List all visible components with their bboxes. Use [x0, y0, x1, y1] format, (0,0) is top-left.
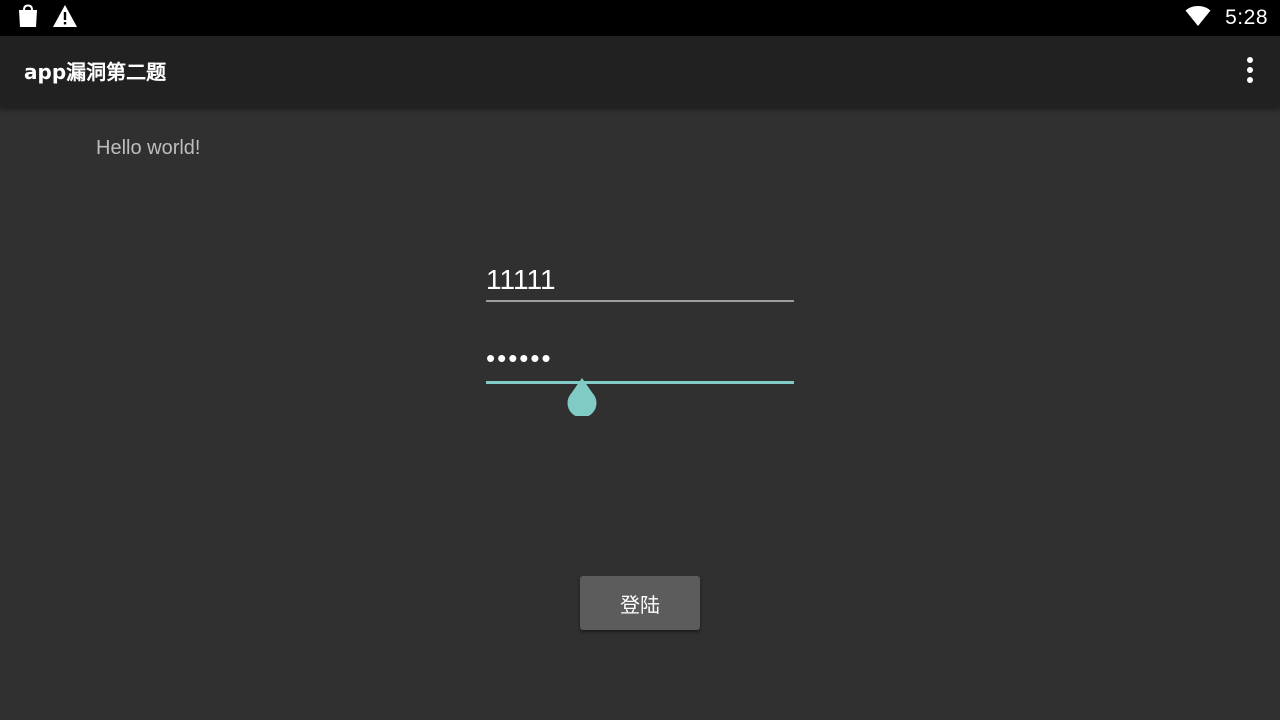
status-notifications — [16, 4, 78, 32]
app-title: app漏洞第二题 — [24, 60, 167, 84]
shopping-bag-icon — [16, 4, 40, 32]
app-bar: app漏洞第二题 — [0, 36, 1280, 108]
screen: 5:28 app漏洞第二题 Hello world! 11111 •••••• — [0, 0, 1280, 720]
wifi-icon — [1185, 5, 1211, 31]
username-underline — [486, 300, 794, 302]
status-time: 5:28 — [1225, 6, 1268, 29]
text-cursor-handle[interactable] — [566, 378, 598, 418]
status-system: 5:28 — [1185, 0, 1268, 36]
overflow-menu-button[interactable] — [1232, 54, 1268, 90]
hello-text: Hello world! — [96, 137, 201, 159]
warning-icon — [52, 4, 78, 32]
more-vert-icon — [1246, 56, 1254, 88]
status-bar: 5:28 — [0, 0, 1280, 36]
username-value: 11111 — [486, 264, 556, 295]
password-value: •••••• — [486, 343, 553, 373]
username-field[interactable]: 11111 — [486, 258, 794, 302]
password-field[interactable]: •••••• — [486, 340, 794, 384]
password-underline — [486, 381, 794, 384]
login-button[interactable]: 登陆 — [580, 576, 700, 630]
